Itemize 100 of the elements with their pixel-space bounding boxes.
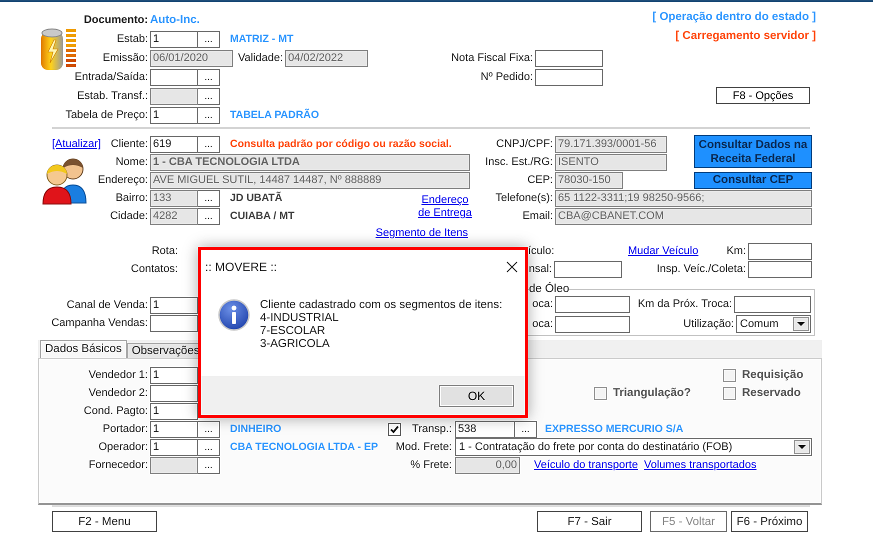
input-field[interactable]: 1 [150, 420, 198, 438]
field-label: CEP: [527, 174, 553, 186]
field-label: Entrada/Saída: [74, 71, 148, 83]
battery-icon [40, 26, 78, 72]
field-label: Estab: [116, 33, 148, 45]
input-field[interactable] [535, 68, 603, 86]
options-button[interactable]: F8 - Opções [716, 87, 810, 104]
lookup-button[interactable]: ... [198, 136, 220, 152]
field-label: oca: [531, 318, 553, 330]
field-label: Cond. Pagto: [82, 405, 148, 417]
input-field[interactable]: 1 [150, 402, 198, 420]
input-field[interactable] [150, 384, 198, 402]
input-field[interactable]: 538 [455, 420, 515, 438]
receita-button[interactable]: Consultar Dados na Receita Federal [694, 135, 812, 168]
function-button[interactable]: F7 - Sair [537, 511, 642, 532]
description-text: CUIABA / MT [230, 210, 294, 222]
status-text: [ Carregamento servidor ] [675, 30, 816, 44]
link[interactable]: Veículo do transporte [534, 459, 638, 471]
field-label: Estab. Transf.: [76, 90, 148, 102]
cep-button[interactable]: Consultar CEP [694, 172, 812, 188]
input-field[interactable] [535, 50, 603, 66]
input-field[interactable] [555, 316, 630, 332]
field-label: Contatos: [130, 263, 178, 275]
lookup-button[interactable]: ... [198, 30, 220, 48]
field-label: Validade: [238, 52, 284, 64]
field-label: Cidade: [110, 210, 148, 222]
input-field[interactable]: 1 [150, 366, 198, 384]
group-title: de Óleo [529, 283, 570, 295]
field-label: Km da Próx. Troca: [638, 298, 732, 310]
field-label: Km: [726, 245, 746, 257]
field-label: ículo: [528, 245, 552, 257]
dropdown[interactable]: 1 - Contratação do frete por conta do destinatário (FOB) [455, 438, 812, 456]
field-label: Bairro: [116, 192, 148, 204]
field-label: Insp. Veíc./Coleta: [656, 263, 746, 275]
checkbox-label: Reservado [742, 387, 801, 399]
input-field[interactable]: 1 [150, 106, 198, 124]
close-icon[interactable] [506, 261, 518, 273]
field-label: Tabela de Preço: [64, 109, 148, 121]
description-text: DINHEIRO [230, 423, 282, 435]
field-label: Utilização: [683, 318, 734, 330]
field-label: Endereço: [98, 174, 148, 186]
refresh-link[interactable]: [Atualizar] [52, 138, 101, 150]
dialog-title: :: MOVERE :: [205, 260, 278, 274]
checkbox[interactable] [723, 368, 736, 382]
lookup-button[interactable]: ... [198, 68, 220, 86]
dropdown[interactable]: Comum [736, 315, 811, 333]
checkbox[interactable] [723, 386, 736, 400]
change-vehicle-link[interactable]: Mudar Veículo [628, 245, 698, 257]
field-label: Email: [522, 210, 553, 222]
function-button[interactable]: F6 - Próximo [731, 511, 808, 532]
description-text: Consulta padrão por código ou razão social. [230, 138, 452, 150]
field-label: Operador: [97, 441, 148, 453]
function-button[interactable]: F2 - Menu [52, 511, 157, 532]
input-field[interactable]: 1 [150, 438, 198, 456]
lookup-button[interactable]: ... [515, 420, 537, 438]
input-field[interactable] [748, 260, 812, 278]
lookup-button[interactable]: ... [198, 420, 220, 438]
info-icon [218, 299, 250, 331]
field-label: Emissão: [102, 52, 148, 64]
field-label: Canal de Venda: [66, 299, 148, 311]
checkbox-label: Requisição [742, 369, 804, 381]
input-field[interactable] [748, 242, 812, 260]
field-label: oca: [531, 298, 553, 310]
input-field[interactable] [555, 296, 630, 312]
field-label: Nota Fiscal Fixa: [450, 52, 533, 64]
input-field[interactable]: 619 [150, 136, 198, 152]
field-label: Portador: [102, 423, 148, 435]
checkbox[interactable] [594, 386, 607, 400]
description-text: CBA TECNOLOGIA LTDA - EP [230, 441, 378, 453]
field-label: Telefone(s): [496, 192, 553, 204]
input-field[interactable] [554, 260, 622, 278]
checkbox-label: Triangulação? [613, 387, 691, 399]
input-field[interactable]: 1 [150, 296, 198, 314]
field-label: Documento: [82, 14, 148, 26]
lookup-button[interactable]: ... [198, 438, 220, 456]
status-text: [ Operação dentro do estado ] [652, 11, 816, 25]
input-field[interactable] [150, 314, 198, 332]
description-text: JD UBATÃ [230, 192, 282, 204]
description-text: TABELA PADRÃO [230, 109, 320, 121]
description-text: MATRIZ - MT [230, 33, 294, 45]
lookup-button[interactable]: ... [198, 106, 220, 124]
ok-button[interactable]: OK [439, 384, 514, 406]
field-label: Insc. Est./RG: [485, 156, 553, 168]
document-value: Auto-Inc. [150, 14, 200, 26]
field-label: Rota: [150, 245, 178, 257]
link[interactable]: Volumes transportados [644, 459, 756, 471]
tab[interactable]: Dados Básicos [40, 340, 127, 358]
field-label: Campanha Vendas: [50, 317, 148, 329]
item-segment-link[interactable]: Segmento de Itens [376, 227, 468, 239]
input-field[interactable] [150, 68, 198, 86]
delivery-address-link[interactable]: Endereço de Entrega [417, 194, 473, 220]
input-field[interactable]: 1 [150, 30, 198, 48]
field-label: Fornecedor: [88, 459, 148, 471]
field-label: CNPJ/CPF: [496, 138, 553, 150]
field-label: Nº Pedido: [480, 71, 533, 83]
field-label: Transp.: [412, 423, 452, 435]
checkbox[interactable] [388, 422, 401, 436]
input-field[interactable] [734, 296, 811, 312]
field-label: % Frete: [410, 459, 452, 471]
dialog-message: Cliente cadastrado com os segmentos de itens: 4-INDUSTRIAL 7-ESCOLAR 3-AGRICOLA [260, 299, 502, 352]
